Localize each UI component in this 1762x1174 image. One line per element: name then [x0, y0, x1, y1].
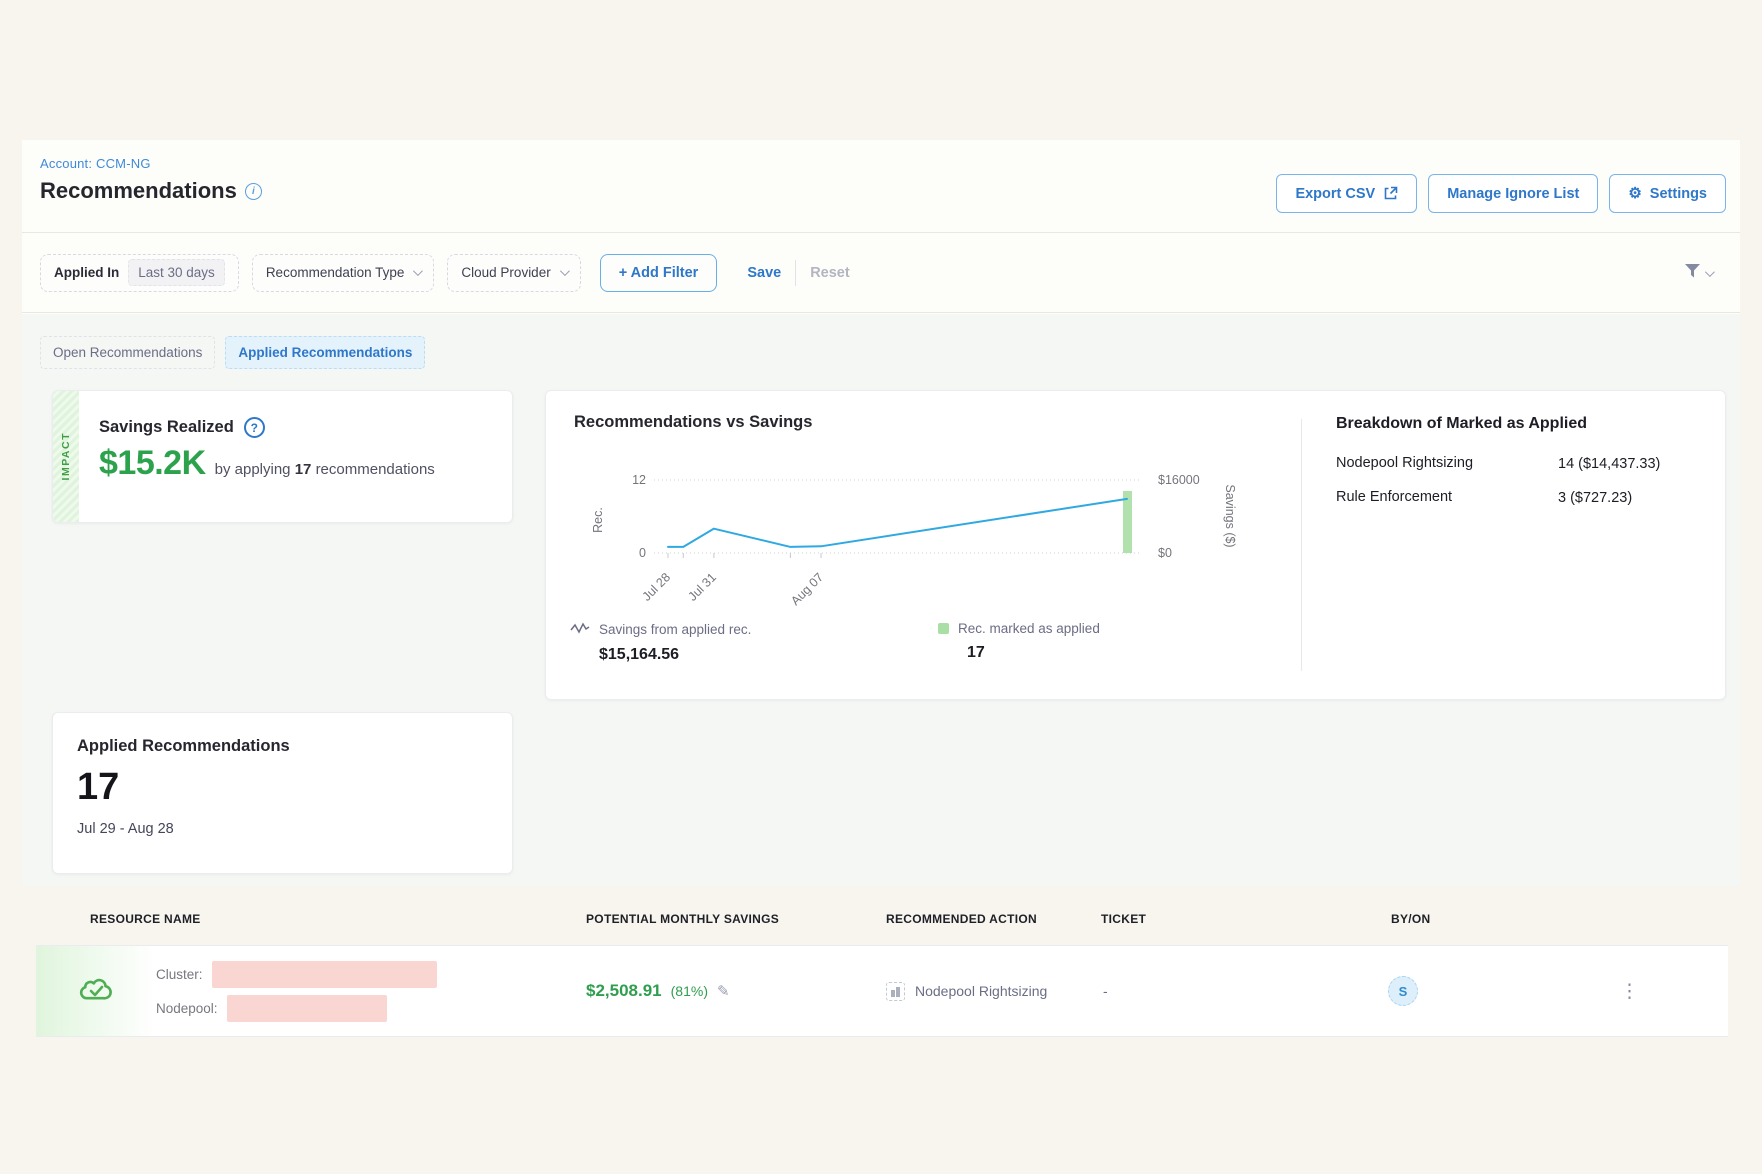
ticket-cell: - — [1071, 983, 1286, 999]
recommended-action-cell: Nodepool Rightsizing — [856, 982, 1071, 1001]
tab-applied-recommendations[interactable]: Applied Recommendations — [225, 336, 425, 369]
svg-text:Savings ($): Savings ($) — [1223, 484, 1237, 547]
recommendations-vs-savings-chart[interactable]: Jul 28 Jul 31 Aug 07 0 12 Rec. $0 $16000 Savings… — [546, 449, 1291, 619]
applied-recommendations-card: Applied Recommendations 17 Jul 29 - Aug … — [52, 712, 513, 874]
breakdown-row-label: Rule Enforcement — [1336, 489, 1558, 509]
chevron-down-icon — [560, 266, 570, 276]
legend-applied-bar: Rec. marked as applied 17 — [938, 621, 1100, 662]
filter-panel-toggle[interactable] — [1684, 263, 1712, 284]
chevron-down-icon — [413, 266, 423, 276]
svg-text:12: 12 — [632, 473, 646, 487]
legend-savings-line: Savings from applied rec. $15,164.56 — [570, 621, 751, 664]
breakdown-panel: Breakdown of Marked as Applied Nodepool … — [1336, 415, 1708, 508]
cloud-provider-filter-chip[interactable]: Cloud Provider — [447, 254, 580, 292]
save-filter-link[interactable]: Save — [733, 265, 795, 281]
tabs: Open Recommendations Applied Recommendat… — [22, 314, 1740, 369]
potential-savings-cell: $2,508.91 (81%) ✎ — [556, 981, 856, 1001]
resource-name-cell: Cluster: Nodepool: — [156, 961, 556, 1022]
applied-date-range: Jul 29 - Aug 28 — [77, 821, 488, 837]
add-filter-button[interactable]: + Add Filter — [600, 254, 718, 292]
applied-count: 17 — [77, 766, 488, 809]
action-label: Nodepool Rightsizing — [915, 983, 1047, 999]
page-title: Recommendations — [40, 178, 237, 204]
bar-legend-swatch — [938, 623, 949, 634]
applied-in-filter-chip[interactable]: Applied In Last 30 days — [40, 254, 239, 292]
row-impact-cell — [36, 946, 156, 1036]
settings-button[interactable]: ⚙ Settings — [1609, 174, 1726, 213]
line-legend-icon — [570, 621, 590, 638]
recommendation-type-filter-chip[interactable]: Recommendation Type — [252, 254, 435, 292]
help-icon[interactable]: ? — [244, 417, 265, 438]
applied-card-title: Applied Recommendations — [77, 737, 488, 756]
breakdown-row-label: Nodepool Rightsizing — [1336, 455, 1558, 475]
column-by-on: BY/ON — [1286, 912, 1596, 926]
applied-legend-value: 17 — [967, 644, 1100, 662]
breakdown-row-value: 3 ($727.23) — [1558, 489, 1686, 509]
header-actions: Export CSV Manage Ignore List ⚙ Settings — [1276, 174, 1726, 213]
reset-filter-link[interactable]: Reset — [796, 265, 864, 281]
svg-text:$16000: $16000 — [1158, 473, 1200, 487]
table-header: RESOURCE NAME POTENTIAL MONTHLY SAVINGS … — [36, 902, 1728, 936]
chart-title: Recommendations vs Savings — [574, 413, 812, 432]
recommendations-page: Account: CCM-NG Recommendations i Export… — [22, 140, 1740, 886]
svg-text:0: 0 — [639, 546, 646, 560]
savings-percent: (81%) — [671, 983, 708, 999]
svg-text:Jul 31: Jul 31 — [686, 570, 720, 604]
avatar[interactable]: S — [1388, 976, 1418, 1006]
by-on-cell: S — [1286, 976, 1596, 1006]
edit-icon[interactable]: ✎ — [717, 982, 730, 1000]
funnel-icon — [1684, 263, 1701, 284]
savings-amount: $15.2K — [99, 444, 206, 483]
nodepool-icon — [886, 982, 905, 1001]
column-potential-savings: POTENTIAL MONTHLY SAVINGS — [556, 912, 856, 926]
column-ticket: TICKET — [1071, 912, 1286, 926]
breakdown-title: Breakdown of Marked as Applied — [1336, 415, 1708, 433]
savings-value: $2,508.91 — [586, 981, 662, 1001]
impact-strip: IMPACT — [53, 391, 79, 522]
chart-card: Recommendations vs Savings Jul 28 Jul 31 A… — [545, 390, 1726, 700]
export-csv-button[interactable]: Export CSV — [1276, 174, 1417, 213]
savings-realized-card: IMPACT Savings Realized ? $15.2K by appl… — [52, 390, 513, 523]
svg-text:Jul 28: Jul 28 — [640, 570, 674, 604]
account-breadcrumb[interactable]: Account: CCM-NG — [40, 156, 262, 171]
table-row[interactable]: Cluster: Nodepool: $2,508.91 (81%) ✎ Nod… — [36, 945, 1728, 1037]
page-header: Account: CCM-NG Recommendations i — [40, 156, 262, 204]
redacted-cluster-name — [212, 961, 437, 988]
savings-legend-value: $15,164.56 — [599, 646, 751, 664]
savings-realized-title: Savings Realized — [99, 418, 234, 437]
filter-bar: Applied In Last 30 days Recommendation T… — [22, 232, 1740, 313]
breakdown-row-value: 14 ($14,437.33) — [1558, 455, 1686, 475]
column-resource-name: RESOURCE NAME — [36, 912, 556, 926]
applied-in-value[interactable]: Last 30 days — [128, 259, 225, 286]
nodepool-label: Nodepool: — [156, 1001, 218, 1016]
chevron-down-icon — [1705, 267, 1715, 277]
svg-text:$0: $0 — [1158, 546, 1172, 560]
redacted-nodepool-name — [227, 995, 387, 1022]
column-recommended-action: RECOMMENDED ACTION — [856, 912, 1071, 926]
savings-description: by applying 17 recommendations — [215, 461, 435, 478]
cluster-label: Cluster: — [156, 967, 203, 982]
external-link-icon — [1383, 186, 1398, 201]
gear-icon: ⚙ — [1628, 186, 1641, 201]
divider — [1301, 419, 1302, 671]
recommendations-table: RESOURCE NAME POTENTIAL MONTHLY SAVINGS … — [36, 902, 1728, 1037]
tab-open-recommendations[interactable]: Open Recommendations — [40, 336, 215, 369]
kebab-menu-icon[interactable]: ⋮ — [1596, 980, 1728, 1003]
info-icon[interactable]: i — [245, 183, 262, 200]
cloud-icon — [79, 976, 113, 1007]
main-panel: Open Recommendations Applied Recommendat… — [22, 314, 1740, 886]
manage-ignore-list-button[interactable]: Manage Ignore List — [1428, 174, 1598, 213]
svg-text:Aug 07: Aug 07 — [788, 570, 826, 608]
svg-text:Rec.: Rec. — [591, 507, 605, 533]
